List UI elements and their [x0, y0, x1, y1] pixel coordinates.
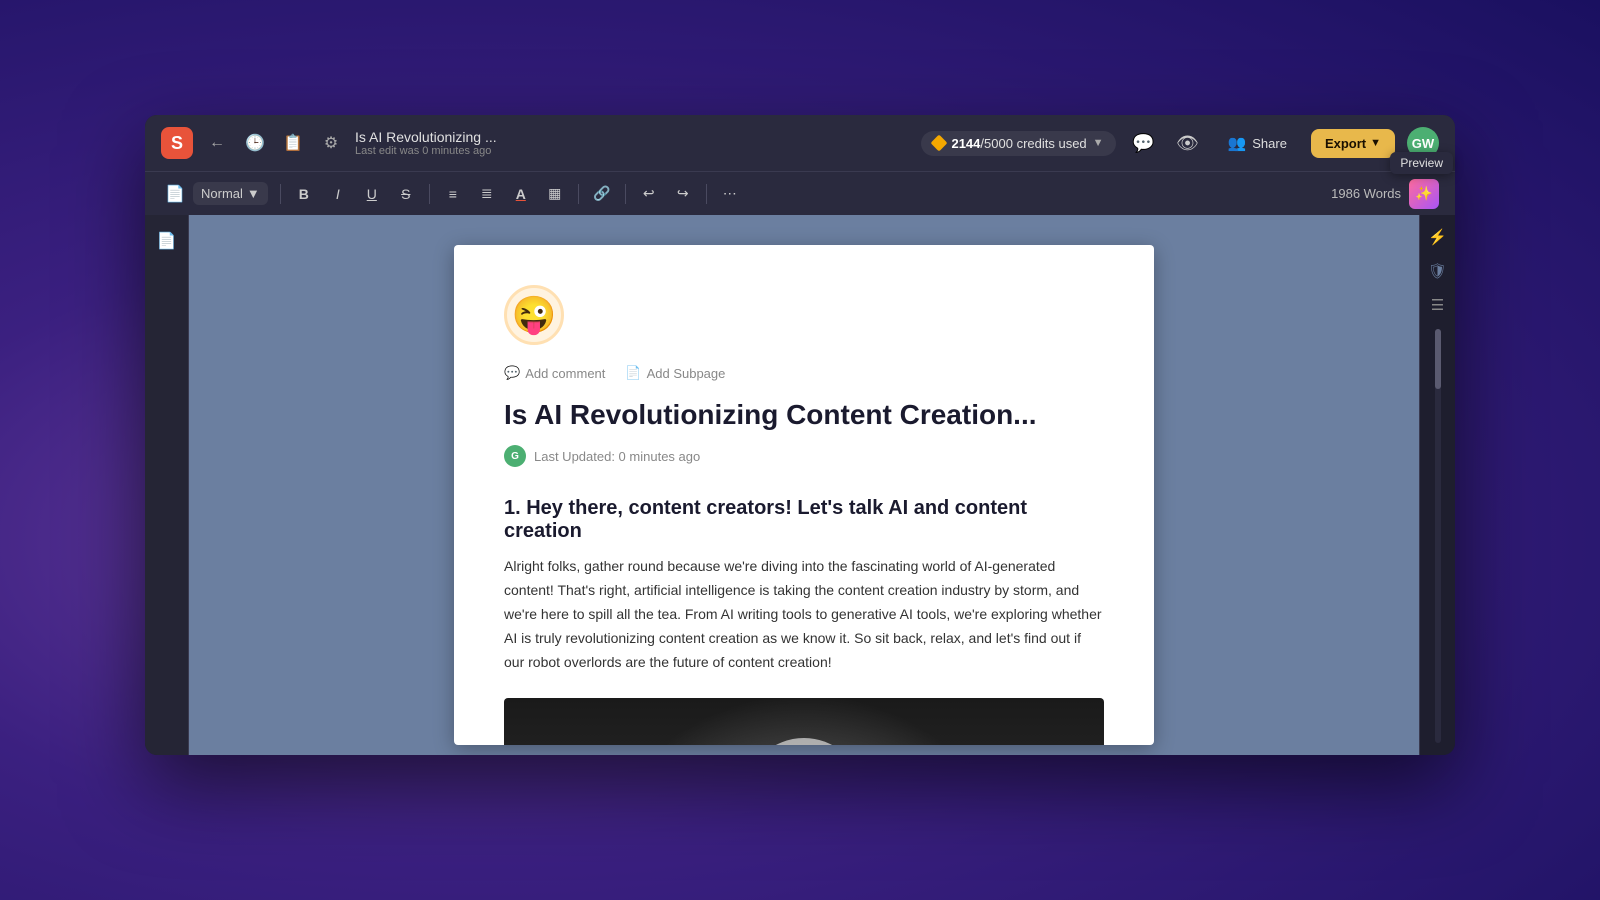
comment-icon: 💬: [504, 365, 520, 381]
section1-heading: 1. Hey there, content creators! Let's ta…: [504, 497, 1104, 543]
ai-assistant-button[interactable]: ✨: [1409, 179, 1439, 209]
chevron-down-icon: ▼: [1093, 137, 1104, 149]
highlight-button[interactable]: ▦: [540, 179, 570, 209]
export-chevron-icon: ▼: [1370, 137, 1381, 149]
divider1: [280, 184, 281, 204]
subpage-icon: 📄: [625, 365, 641, 381]
divider4: [625, 184, 626, 204]
last-edit-label: Last edit was 0 minutes ago: [355, 145, 497, 157]
right-sidebar-shield-icon[interactable]: 🛡: [1424, 257, 1452, 285]
title-bar: S ← 🕒 📋 ⚙ Is AI Revolutionizing ... Last…: [145, 115, 1455, 171]
duplicate-button[interactable]: 📋: [279, 129, 307, 157]
scrollbar-thumb: [1435, 329, 1441, 389]
title-bar-right: 2144/5000 credits used ▼ 💬 👁 👥 Share Exp…: [921, 127, 1439, 159]
document: 😜 💬 Add comment 📄 Add Subpage Is AI Revo…: [454, 245, 1154, 745]
credits-badge[interactable]: 2144/5000 credits used ▼: [921, 131, 1115, 156]
doc-type-icon: 📄: [161, 180, 189, 208]
credits-text: 2144/5000 credits used: [951, 136, 1086, 151]
comments-button[interactable]: 💬: [1128, 127, 1160, 159]
export-button[interactable]: Export ▼: [1311, 129, 1395, 158]
redo-button[interactable]: ↪: [668, 179, 698, 209]
word-count: 1986 Words: [1331, 186, 1401, 201]
right-sidebar: ⚡ 🛡 ☰: [1419, 215, 1455, 755]
title-info: Is AI Revolutionizing ... Last edit was …: [355, 129, 497, 157]
author-avatar: G: [504, 445, 526, 467]
sidebar-icon-1[interactable]: 📄: [151, 225, 183, 257]
style-selector[interactable]: Normal ▼: [193, 182, 268, 205]
preview-button[interactable]: 👁: [1172, 127, 1204, 159]
italic-button[interactable]: I: [323, 179, 353, 209]
document-wrapper: 😜 💬 Add comment 📄 Add Subpage Is AI Revo…: [189, 215, 1419, 755]
section1-body: Alright folks, gather round because we'r…: [504, 555, 1104, 674]
app-logo[interactable]: S: [161, 127, 193, 159]
link-button[interactable]: 🔗: [587, 179, 617, 209]
scrollbar-track[interactable]: [1435, 329, 1441, 743]
asphalt-symbol: ©: [744, 738, 864, 745]
document-emoji[interactable]: 😜: [504, 285, 564, 345]
text-color-button[interactable]: A: [506, 179, 536, 209]
image-inner: ©: [504, 698, 1104, 745]
title-bar-left: S ← 🕒 📋 ⚙ Is AI Revolutionizing ... Last…: [161, 127, 497, 159]
document-title-heading: Is AI Revolutionizing Content Creation..…: [504, 397, 1104, 433]
divider5: [706, 184, 707, 204]
formatting-toolbar: 📄 Normal ▼ B I U S ≡ ≣ A ▦ 🔗 ↩ ↪ ⋯ 1986 …: [145, 171, 1455, 215]
credits-diamond-icon: [931, 135, 948, 152]
left-sidebar: 📄: [145, 215, 189, 755]
align-button[interactable]: ≣: [472, 179, 502, 209]
content-area: 😜 💬 Add comment 📄 Add Subpage Is AI Revo…: [189, 215, 1419, 755]
doc-actions: 💬 Add comment 📄 Add Subpage: [504, 365, 1104, 381]
bullet-list-button[interactable]: ≡: [438, 179, 468, 209]
more-options-button[interactable]: ⋯: [715, 179, 745, 209]
back-button[interactable]: ←: [203, 129, 231, 157]
share-button[interactable]: 👥 Share: [1216, 128, 1299, 158]
bold-button[interactable]: B: [289, 179, 319, 209]
style-chevron-icon: ▼: [247, 186, 260, 201]
user-avatar[interactable]: GW: [1407, 127, 1439, 159]
add-subpage-button[interactable]: 📄 Add Subpage: [625, 365, 725, 381]
divider2: [429, 184, 430, 204]
divider3: [578, 184, 579, 204]
history-button[interactable]: 🕒: [241, 129, 269, 157]
document-meta: G Last Updated: 0 minutes ago: [504, 445, 1104, 467]
right-sidebar-lightning-icon[interactable]: ⚡: [1424, 223, 1452, 251]
strikethrough-button[interactable]: S: [391, 179, 421, 209]
document-title: Is AI Revolutionizing ...: [355, 129, 497, 145]
document-image: ©: [504, 698, 1104, 745]
toolbar-right: 1986 Words ✨: [1331, 179, 1439, 209]
settings-button[interactable]: ⚙: [317, 129, 345, 157]
add-comment-button[interactable]: 💬 Add comment: [504, 365, 605, 381]
undo-button[interactable]: ↩: [634, 179, 664, 209]
underline-button[interactable]: U: [357, 179, 387, 209]
last-updated-text: Last Updated: 0 minutes ago: [534, 449, 700, 464]
right-sidebar-list-icon[interactable]: ☰: [1424, 291, 1452, 319]
main-area: 📄 😜 💬 Add comment 📄 Ad: [145, 215, 1455, 755]
